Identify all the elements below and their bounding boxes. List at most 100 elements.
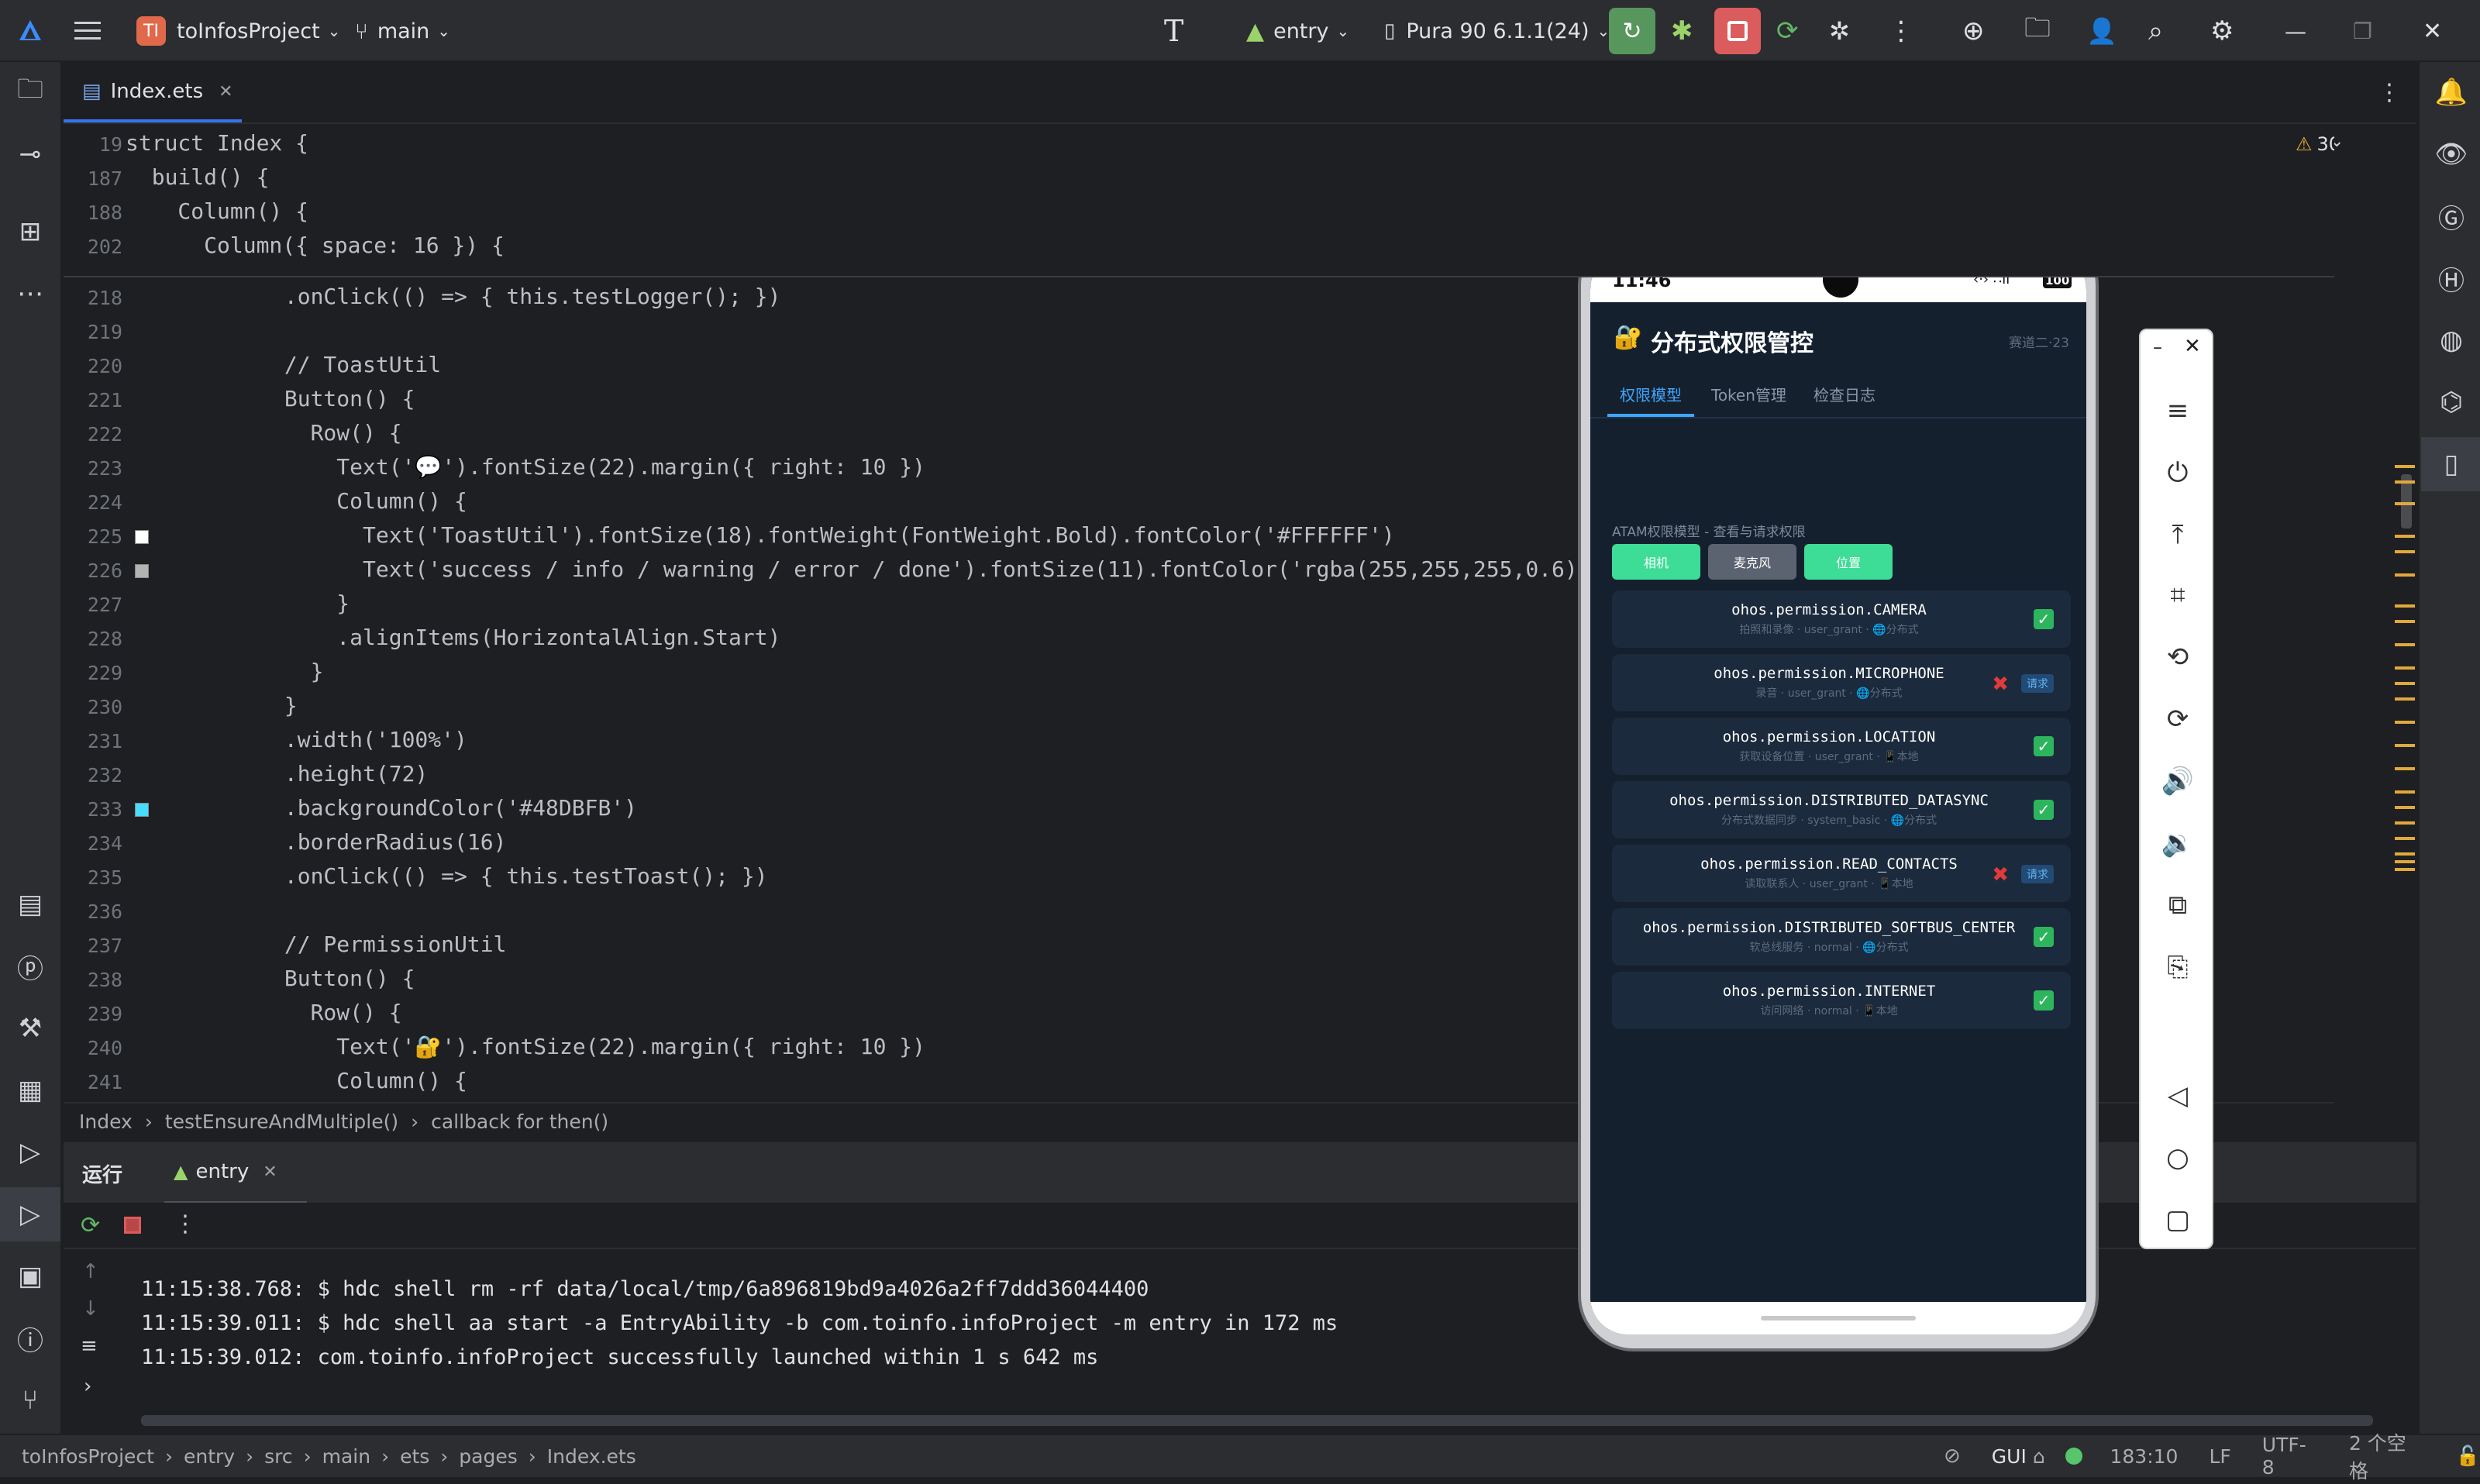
permission-chip[interactable]: 位置 — [1804, 544, 1893, 580]
rotate-right-icon[interactable]: ⟳ — [2141, 696, 2215, 742]
breadcrumb-item[interactable]: Index — [79, 1110, 133, 1133]
rotate-left-icon[interactable]: ⟲ — [2141, 634, 2215, 680]
code-line[interactable]: .width('100%') — [180, 727, 467, 752]
emulator-menu-icon[interactable]: ≡ — [2141, 387, 2215, 434]
warning-marker[interactable] — [2395, 806, 2415, 809]
layout-icon[interactable]: ▤ — [0, 877, 60, 931]
expand-icon[interactable]: › — [84, 1375, 91, 1398]
code-line[interactable]: Text('💬').fontSize(22).margin({ right: 1… — [180, 454, 925, 480]
tab-index-ets[interactable]: ▤ Index.ets ✕ — [64, 64, 242, 122]
code-line[interactable]: } — [180, 591, 350, 616]
project-folder-icon[interactable]: 🗀 — [0, 65, 60, 119]
attach-debugger-icon[interactable]: ✲ — [1829, 0, 1850, 62]
warning-marker[interactable] — [2395, 744, 2415, 747]
rerun-icon[interactable]: ⟳ — [81, 1212, 100, 1239]
warning-count[interactable]: ⚠ 30 — [2296, 133, 2334, 155]
more-tools-icon[interactable]: ⋯ — [0, 267, 60, 321]
gui-label[interactable]: GUI — [1992, 1445, 2027, 1468]
build-hammer-icon[interactable]: ⚒ — [0, 1001, 60, 1055]
path-item[interactable]: src — [264, 1445, 293, 1468]
upload-icon[interactable]: ⤒ — [2141, 511, 2215, 558]
structure-icon[interactable]: ⊞ — [0, 205, 60, 259]
git-icon[interactable]: ⑂ — [0, 1373, 60, 1427]
code-line[interactable]: .onClick(() => { this.testLogger(); }) — [180, 284, 781, 309]
device-selector[interactable]: ▯ Pura 90 6.1.1(24) ⌄ — [1384, 0, 1610, 62]
color-swatch[interactable] — [135, 564, 149, 578]
scroll-down-icon[interactable]: ↓ — [82, 1297, 99, 1320]
log-icon[interactable]: ▦ — [0, 1063, 60, 1117]
request-button[interactable]: 请求 — [2021, 674, 2054, 693]
fold-icon[interactable]: ⧉ — [2141, 882, 2215, 928]
more-icon[interactable]: ⋮ — [174, 1210, 197, 1238]
code-line[interactable]: .onClick(() => { this.testToast(); }) — [180, 863, 768, 889]
robot-icon[interactable]: ⌬ — [2421, 375, 2480, 429]
volume-up-icon[interactable]: 🔊 — [2141, 758, 2215, 804]
module-selector[interactable]: ▲ entry ⌄ — [1246, 0, 1349, 62]
notifications-icon[interactable]: 🔔 — [2421, 65, 2480, 119]
device-manager-icon[interactable]: ▯ — [2421, 437, 2480, 491]
run-tool-icon[interactable]: ▷ — [0, 1187, 60, 1241]
folder-icon[interactable]: 🗀 — [2024, 0, 2051, 62]
warning-marker[interactable] — [2395, 502, 2415, 505]
rerun-icon[interactable]: ⟳ — [1776, 0, 1799, 62]
stop-icon[interactable] — [124, 1217, 141, 1234]
sticky-code-line[interactable]: struct Index { — [126, 130, 308, 156]
warning-marker[interactable] — [2395, 643, 2415, 646]
warning-marker[interactable] — [2395, 697, 2415, 701]
sticky-code-line[interactable]: Column() { — [126, 198, 308, 224]
permission-chip[interactable]: 麦克风 — [1708, 544, 1796, 580]
indent[interactable]: 2 个空格 — [2349, 1428, 2425, 1484]
encoding[interactable]: UTF-8 — [2262, 1434, 2318, 1479]
warning-marker[interactable] — [2395, 860, 2415, 863]
tab-check-log[interactable]: 检查日志 — [1814, 383, 1876, 405]
path-item[interactable]: Index.ets — [547, 1445, 636, 1468]
back-icon[interactable]: ◁ — [2141, 1073, 2215, 1119]
home-icon[interactable]: ○ — [2141, 1135, 2215, 1181]
warning-marker[interactable] — [2395, 682, 2415, 685]
crop-screenshot-icon[interactable]: ⌗ — [2141, 572, 2215, 618]
tab-token[interactable]: Token管理 — [1711, 383, 1786, 405]
stop-button[interactable] — [1714, 0, 1761, 62]
code-line[interactable]: Text('ToastUtil').fontSize(18).fontWeigh… — [180, 522, 1395, 548]
search-icon[interactable]: ⌕ — [2148, 0, 2163, 62]
sticky-code-line[interactable]: build() { — [126, 164, 270, 190]
code-line[interactable]: Row() { — [180, 420, 402, 446]
warning-marker[interactable] — [2395, 790, 2415, 794]
code-line[interactable]: .backgroundColor('#48DBFB') — [180, 795, 637, 821]
permission-row[interactable]: ohos.permission.DISTRIBUTED_DATASYNC 分布式数… — [1612, 781, 2071, 838]
warning-marker[interactable] — [2395, 465, 2415, 468]
permission-row[interactable]: ohos.permission.INTERNET 访问网络 · normal · … — [1612, 972, 2071, 1029]
scroll-up-icon[interactable]: ↑ — [82, 1260, 99, 1283]
tab-permission-model[interactable]: 权限模型 — [1607, 383, 1694, 417]
warning-marker[interactable] — [2395, 821, 2415, 825]
warning-marker[interactable] — [2395, 767, 2415, 770]
code-line[interactable]: Column() { — [180, 1068, 467, 1093]
phone-screen[interactable]: 11:46 ‹·› ∴ıl 100 🔐 分布式权限管控 赛道二·23 权限模型 … — [1590, 246, 2086, 1334]
code-line[interactable]: Text('🔐').fontSize(22).margin({ right: 1… — [180, 1034, 925, 1059]
warning-marker[interactable] — [2395, 852, 2415, 856]
settings-icon[interactable]: ⚙ — [2210, 0, 2234, 62]
permission-row[interactable]: ohos.permission.READ_CONTACTS 读取联系人 · use… — [1612, 845, 2071, 902]
warning-marker[interactable] — [2395, 604, 2415, 608]
code-line[interactable]: } — [180, 693, 298, 718]
user-icon[interactable]: 👤 — [2086, 0, 2117, 62]
warning-marker[interactable] — [2395, 535, 2415, 538]
breadcrumb-item[interactable]: testEnsureAndMultiple() — [165, 1110, 398, 1133]
multi-device-icon[interactable]: ⎘ — [2141, 944, 2215, 990]
theme-t-icon[interactable]: T — [1164, 0, 1183, 62]
code-line[interactable]: Button() { — [180, 966, 415, 991]
sticky-code-line[interactable]: Column({ space: 16 }) { — [126, 232, 505, 258]
target-icon[interactable]: ⊕ — [1962, 0, 1985, 62]
horizontal-scrollbar[interactable] — [141, 1415, 2373, 1426]
code-line[interactable]: .height(72) — [180, 761, 428, 787]
code-line[interactable]: Button() { — [180, 386, 415, 411]
profiler-icon[interactable]: ⓟ — [0, 939, 60, 993]
main-menu-icon[interactable] — [74, 0, 101, 62]
permission-chip[interactable]: 相机 — [1612, 544, 1700, 580]
warning-marker[interactable] — [2395, 666, 2415, 670]
debug-icon[interactable]: ✱ — [1671, 0, 1693, 62]
emulator-close-icon[interactable]: ✕ — [2184, 335, 2201, 358]
warning-marker[interactable] — [2395, 480, 2415, 484]
services-icon[interactable]: ▷ — [0, 1125, 60, 1179]
more-icon[interactable]: ⋮ — [1888, 0, 1914, 62]
